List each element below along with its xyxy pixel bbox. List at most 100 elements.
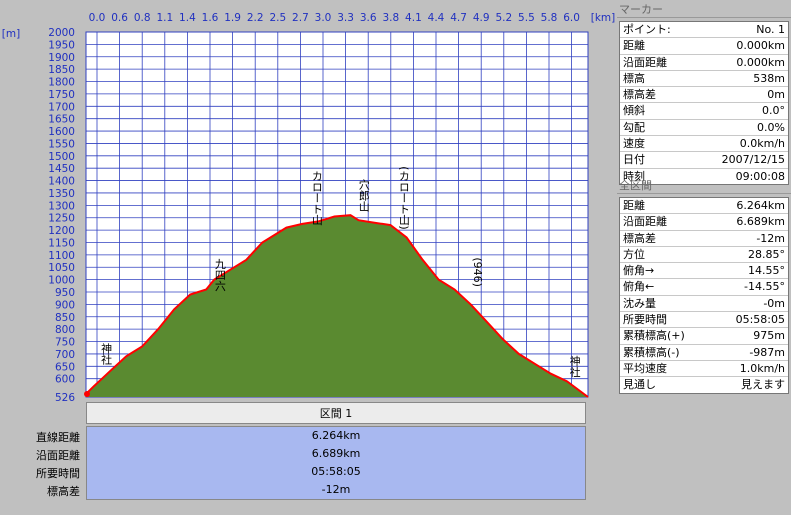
x-tick-label: 4.1 (405, 12, 422, 24)
x-tick-label: 0.6 (111, 12, 128, 24)
y-tick-label: 600 (55, 374, 75, 386)
marker-value: 0m (767, 88, 785, 102)
y-tick-label: 1850 (48, 64, 75, 76)
total-key: 所要時間 (623, 313, 667, 327)
total-row: 平均速度 1.0km/h (620, 361, 788, 378)
peak-annotation: (カロート山) (397, 166, 410, 230)
marker-value: 0.0° (762, 104, 785, 118)
marker-key: ポイント: (623, 23, 671, 36)
total-key: 沿面距離 (623, 215, 667, 229)
x-tick-label: 1.1 (156, 12, 173, 24)
total-value: -14.55° (744, 280, 785, 294)
marker-key: 標高 (623, 71, 645, 85)
y-tick-label: 950 (55, 287, 75, 299)
section-value-straight: 6.264km (311, 429, 361, 442)
total-value: 05:58:05 (735, 313, 785, 327)
peak-annotation: 九四六 (213, 258, 226, 291)
total-row: 距離 6.264km (620, 198, 788, 215)
section-value-time: 05:58:05 (311, 465, 361, 478)
total-value: 見えます (741, 378, 785, 392)
total-row: 方位 28.85° (620, 247, 788, 264)
total-value: 6.689km (736, 215, 785, 229)
y-tick-label: 850 (55, 312, 75, 324)
total-key: 平均速度 (623, 361, 667, 375)
total-key: 沈み量 (623, 296, 656, 310)
total-key: 累積標高(+) (623, 329, 685, 343)
y-tick-label: 1150 (48, 237, 75, 249)
marker-row: 速度 0.0km/h (620, 136, 788, 153)
y-tick-label: 700 (55, 349, 75, 361)
x-tick-label: 0.0 (89, 12, 106, 24)
peak-annotation: カロート山 (310, 170, 323, 225)
profile-chart-svg[interactable]: 2000195019001850180017501700165016001550… (0, 0, 615, 402)
total-key: 方位 (623, 247, 645, 261)
marker-row: 沿面距離 0.000km (620, 55, 788, 71)
x-tick-label: 2.5 (269, 12, 286, 24)
y-tick-label: 1900 (48, 52, 75, 64)
total-key: 俯角→ (623, 264, 655, 278)
x-tick-label: 3.8 (382, 12, 399, 24)
section-label-elevdiff: 標高差 (47, 485, 80, 498)
marker-key: 日付 (623, 153, 645, 167)
peak-annotation: 神社 (568, 354, 581, 378)
y-tick-label: 1500 (48, 151, 75, 163)
y-tick-label: 1200 (48, 225, 75, 237)
section-label-surface: 沿面距離 (36, 449, 80, 462)
y-tick-label: 1250 (48, 213, 75, 225)
total-key: 俯角← (623, 280, 655, 294)
total-key: 標高差 (623, 231, 656, 245)
marker-key: 沿面距離 (623, 55, 667, 69)
y-tick-label: 1050 (48, 262, 75, 274)
total-row: 標高差 -12m (620, 231, 788, 247)
total-value: 28.85° (748, 247, 785, 261)
section-summary: 区間 1 直線距離 6.264km 沿面距離 6.689km 所要時間 05:5… (0, 402, 615, 515)
x-tick-label: 2.7 (292, 12, 309, 24)
total-row: 俯角→ 14.55° (620, 263, 788, 280)
section-value-surface: 6.689km (311, 447, 361, 460)
x-tick-label: 4.9 (473, 12, 490, 24)
x-tick-label: 5.8 (541, 12, 558, 24)
marker-table: ポイント: No. 1 距離 0.000km 沿面距離 0.000km 標高 538m 標高差 0… (619, 21, 789, 185)
total-panel-title: 全区間 (617, 178, 791, 194)
peak-annotation: (946) (471, 257, 484, 287)
x-tick-label: 3.6 (360, 12, 377, 24)
y-tick-label: 1100 (48, 250, 75, 262)
y-tick-label: 650 (55, 361, 75, 373)
y-tick-label: 1300 (48, 200, 75, 212)
y-tick-label: 750 (55, 337, 75, 349)
marker-value: 0.0% (757, 120, 785, 134)
marker-key: 速度 (623, 137, 645, 151)
section-header[interactable]: 区間 1 (86, 402, 586, 424)
x-tick-label: 5.2 (495, 12, 512, 24)
total-row: 所要時間 05:58:05 (620, 312, 788, 329)
marker-value: 538m (753, 71, 785, 85)
total-key: 累積標高(-) (623, 345, 680, 359)
total-value: 6.264km (736, 199, 785, 212)
y-tick-label: 1350 (48, 188, 75, 200)
y-tick-label: 1450 (48, 163, 75, 175)
total-value: -987m (749, 345, 785, 359)
x-tick-label: 2.2 (247, 12, 264, 24)
marker-value: 2007/12/15 (721, 153, 785, 167)
y-tick-label: 900 (55, 299, 75, 311)
total-value: 1.0km/h (739, 361, 785, 375)
y-tick-label: 1600 (48, 126, 75, 138)
x-tick-label: 1.9 (224, 12, 241, 24)
marker-row: 傾斜 0.0° (620, 103, 788, 120)
x-tick-label: 1.4 (179, 12, 196, 24)
total-value: -12m (756, 231, 785, 245)
peak-annotation: 穴郎山 (357, 178, 370, 212)
total-row: 見通し 見えます (620, 377, 788, 392)
marker-row: 距離 0.000km (620, 38, 788, 55)
marker-key: 標高差 (623, 88, 656, 102)
marker-key: 距離 (623, 39, 645, 53)
start-marker-icon (84, 391, 90, 398)
total-key: 見通し (623, 378, 656, 392)
marker-value: 0.0km/h (739, 137, 785, 151)
marker-value: 0.000km (736, 55, 785, 69)
x-tick-label: 4.7 (450, 12, 467, 24)
section-value-elevdiff: -12m (321, 483, 351, 496)
y-tick-label: 1550 (48, 138, 75, 150)
section-label-time: 所要時間 (36, 467, 80, 480)
marker-row: ポイント: No. 1 (620, 22, 788, 39)
